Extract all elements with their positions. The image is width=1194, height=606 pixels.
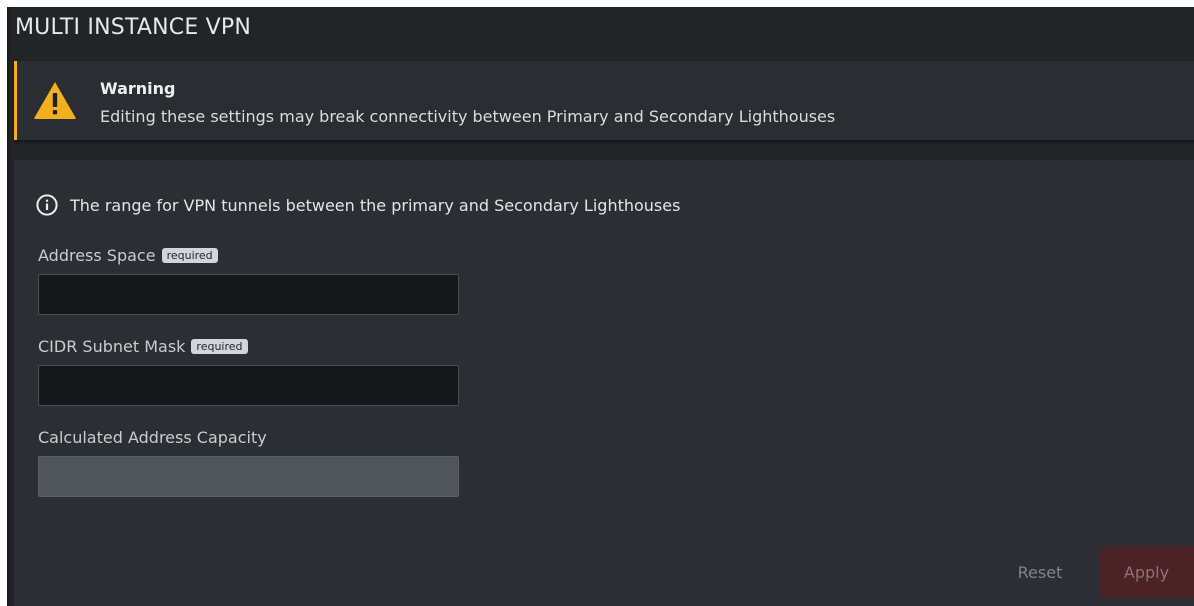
calculated-address-capacity-field [38,456,459,497]
reset-button[interactable]: Reset [1007,546,1073,598]
apply-button[interactable]: Apply [1099,546,1194,598]
address-space-input[interactable] [38,274,459,315]
window-left-border [7,7,10,606]
required-badge: required [161,248,218,263]
warning-icon [34,82,76,119]
warning-message: Editing these settings may break connect… [100,107,836,126]
warning-title: Warning [100,79,176,98]
warning-banner: Warning Editing these settings may break… [14,61,1194,140]
app-window: MULTI INSTANCE VPN Warning Editing these… [7,7,1194,606]
info-text: The range for VPN tunnels between the pr… [70,195,681,215]
vpn-settings-panel: The range for VPN tunnels between the pr… [14,160,1194,606]
required-badge: required [191,339,248,354]
calculated-address-capacity-label-text: Calculated Address Capacity [38,428,267,447]
calculated-address-capacity-label: Calculated Address Capacity [38,428,267,447]
info-icon [36,194,58,216]
info-row: The range for VPN tunnels between the pr… [36,193,680,217]
cidr-subnet-mask-input[interactable] [38,365,459,406]
address-space-label-text: Address Space [38,246,156,265]
cidr-subnet-mask-label-text: CIDR Subnet Mask [38,337,186,356]
page-title: MULTI INSTANCE VPN [15,15,252,40]
cidr-subnet-mask-label: CIDR Subnet Mask required [38,337,248,356]
address-space-label: Address Space required [38,246,218,265]
